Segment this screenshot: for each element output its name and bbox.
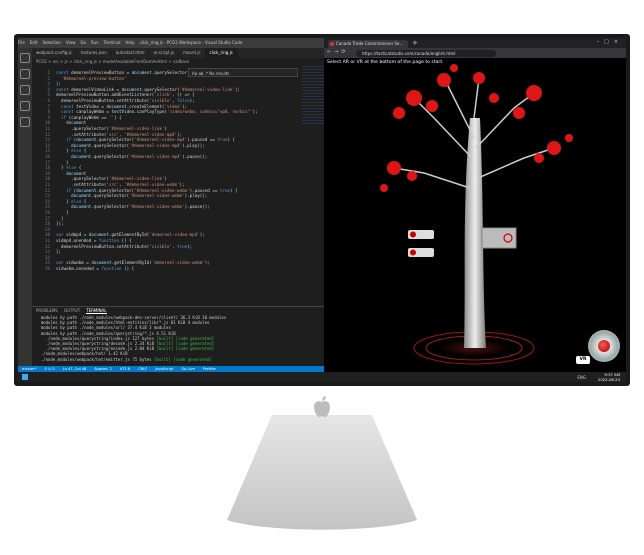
clock-date: 2022-06-23 <box>597 377 620 382</box>
address-bar[interactable]: https://tasticatstudio.com/canada/englis… <box>356 49 496 57</box>
panel-tab[interactable]: OUTPUT <box>64 308 80 313</box>
browser-tab-title: Canada Trade Commissioner Se... <box>336 41 404 46</box>
vr-button[interactable]: VR <box>576 356 590 364</box>
code-editor[interactable]: 1 const demoreelPreviewButton = document.… <box>32 66 292 306</box>
language-indicator[interactable]: ENG <box>577 375 586 380</box>
search-icon[interactable] <box>20 69 30 79</box>
editor-tab[interactable]: click_ring.js <box>205 48 238 58</box>
run-debug-icon[interactable] <box>20 101 30 111</box>
imac-stand <box>227 415 417 530</box>
demoreel-preview-button[interactable] <box>481 227 517 249</box>
minimap[interactable] <box>302 66 324 126</box>
editor-tabs: webpack.config.js textures.json autostart.… <box>32 48 324 58</box>
code-line[interactable]: document.querySelector('#demoreel-video-… <box>56 154 207 160</box>
monitor: File Edit Selection View Go Run Terminal Help cl… <box>14 34 630 386</box>
webgl-scene[interactable]: Select AR or VR at the bottom of the pag… <box>324 58 626 372</box>
menu-item[interactable]: Edit <box>30 40 38 45</box>
panel-tab[interactable]: TERMINAL <box>86 308 107 314</box>
status-item[interactable]: JavaScript <box>155 367 173 371</box>
panel-tabs: PROBLEMS OUTPUT TERMINAL <box>32 307 324 315</box>
apple-logo-icon <box>314 396 330 417</box>
favicon-icon <box>330 42 334 46</box>
find-widget[interactable]: Aa ab .* No results <box>188 68 298 77</box>
code-line[interactable]: document.querySelector('#demoreel-video-… <box>56 204 210 210</box>
code-line[interactable]: vidwebm.onended = function () { <box>56 266 134 272</box>
menu-item[interactable]: Run <box>91 40 99 45</box>
status-item[interactable]: Ln 47, Col 48 <box>63 367 87 371</box>
status-item[interactable]: UTF-8 <box>120 367 130 371</box>
menu-item[interactable]: View <box>66 40 76 45</box>
browser-tab-bar: Canada Trade Commissioner Se... + –□× <box>324 38 626 48</box>
source-control-icon[interactable] <box>20 85 30 95</box>
joystick-control[interactable] <box>588 330 620 362</box>
editor-tab[interactable]: autostart.html <box>112 48 150 58</box>
joystick-knob[interactable] <box>598 340 610 352</box>
activity-bar <box>18 48 32 372</box>
terminal-line: ./node_modules/webpack/hot/emitter.js 75… <box>36 356 212 362</box>
taskbar: ENG 9:37 AM 2022-06-23 <box>18 372 626 382</box>
vscode-window: File Edit Selection View Go Run Terminal Help cl… <box>18 38 324 372</box>
start-prompt: Select AR or VR at the bottom of the pag… <box>327 60 444 65</box>
nav-buttons[interactable]: ←→⟳ <box>327 49 349 55</box>
menu-item[interactable]: Go <box>80 40 86 45</box>
code-line[interactable]: '#demoreel-preview-button' <box>56 76 127 82</box>
breadcrumb[interactable]: PCO2 > src > js > click_ring.js > modelA… <box>32 58 328 66</box>
stand-base <box>227 415 417 530</box>
new-tab-icon[interactable]: + <box>412 39 418 47</box>
status-item[interactable]: CRLF <box>138 367 147 371</box>
browser-tab[interactable]: Canada Trade Commissioner Se... <box>328 40 408 48</box>
status-item[interactable]: 0 ⚠ 0 <box>44 367 54 371</box>
status-item[interactable]: Go Live <box>181 367 194 371</box>
code-line[interactable]: }); <box>56 221 64 227</box>
menu-item[interactable]: Selection <box>42 40 60 45</box>
line-number: 36 <box>44 266 50 271</box>
editor-tab[interactable]: textures.json <box>77 48 112 58</box>
taskbar-apps <box>34 374 238 382</box>
vscode-title-bar: File Edit Selection View Go Run Terminal Help cl… <box>18 38 324 48</box>
tree-scene <box>380 64 573 365</box>
menu-item[interactable]: Terminal <box>104 40 121 45</box>
explorer-icon[interactable] <box>20 53 30 63</box>
code-line[interactable]: }; <box>56 249 61 255</box>
terminal-output[interactable]: modules by path ./node_modules/webpack-d… <box>32 315 324 362</box>
panel-tab[interactable]: PROBLEMS <box>36 308 58 313</box>
menu-item[interactable]: File <box>18 40 25 45</box>
editor-tab[interactable]: mount.js <box>179 48 206 58</box>
terminal-panel: PROBLEMS OUTPUT TERMINAL modules by path .… <box>32 306 324 367</box>
editor-tab[interactable]: webpack.config.js <box>32 48 77 58</box>
status-item[interactable]: Prettier <box>203 367 216 371</box>
clock[interactable]: 9:37 AM 2022-06-23 <box>598 372 620 382</box>
windows-start-icon[interactable] <box>22 374 28 380</box>
extensions-area <box>502 50 575 65</box>
code-line[interactable]: demoreelPreviewButton.setAttribute('visi… <box>56 244 192 250</box>
menu-item[interactable]: Help <box>126 40 135 45</box>
status-item[interactable]: master* <box>22 367 36 371</box>
window-controls[interactable]: –□× <box>597 39 623 45</box>
extensions-icon[interactable] <box>20 117 30 127</box>
editor-tab[interactable]: ar.script.js <box>149 48 180 58</box>
status-item[interactable]: Spaces: 2 <box>94 367 111 371</box>
screen: File Edit Selection View Go Run Terminal Help cl… <box>18 38 626 382</box>
window-title: click_ring.js - PCO2 Workspace - Visual … <box>139 40 243 45</box>
browser-toolbar: ←→⟳ https://tasticatstudio.com/canada/en… <box>324 48 626 65</box>
browser-window: Canada Trade Commissioner Se... + –□× ←→… <box>324 38 626 372</box>
